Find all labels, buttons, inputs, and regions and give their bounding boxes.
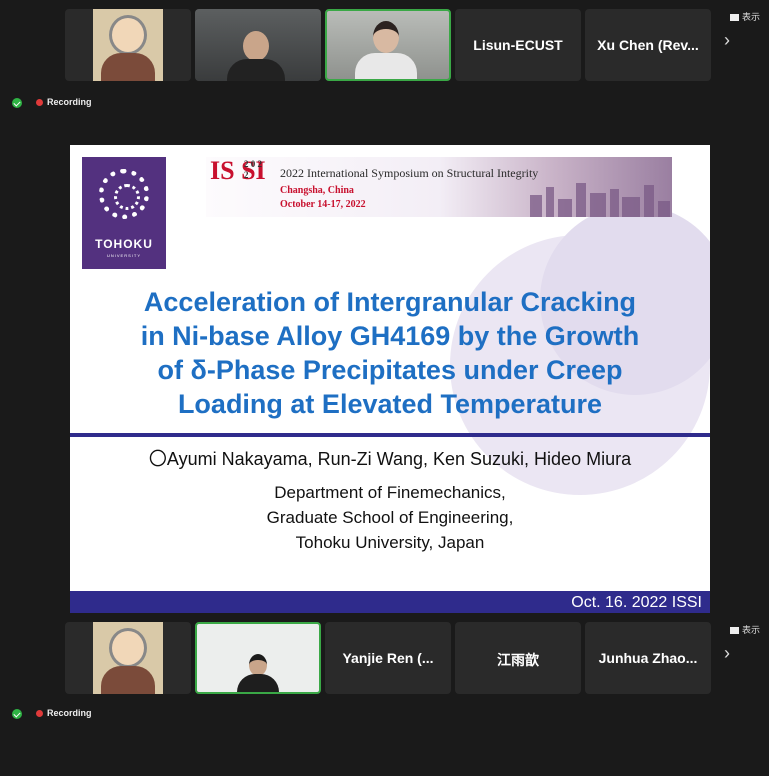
participant-name: 江雨歆 xyxy=(497,652,539,668)
divider xyxy=(70,433,710,437)
participant-tile-jiang[interactable]: 江雨歆 xyxy=(455,622,581,694)
recording-indicator[interactable]: Recording xyxy=(12,708,92,724)
conference-banner: IS SI 2 0 2 2 2022 International Symposi… xyxy=(206,157,672,217)
issi-logo: IS SI 2 0 2 2 xyxy=(210,156,266,185)
city-skyline-image xyxy=(522,179,672,217)
shield-icon xyxy=(12,708,22,719)
video-feed xyxy=(327,11,449,79)
participant-name: Junhua Zhao... xyxy=(598,650,698,666)
view-icon xyxy=(730,627,739,635)
participant-tile-cartoon[interactable] xyxy=(65,622,191,694)
slide-authors: 〇Ayumi Nakayama, Run-Zi Wang, Ken Suzuki… xyxy=(148,449,632,469)
conference-title: 2022 International Symposium on Structur… xyxy=(280,166,539,180)
record-dot-icon xyxy=(36,99,43,107)
participant-tile-camera-1[interactable] xyxy=(195,9,321,81)
shield-icon xyxy=(12,97,22,108)
cartoon-avatar xyxy=(93,622,163,694)
video-feed xyxy=(197,624,319,692)
participant-tile-active-speaker[interactable] xyxy=(195,622,321,694)
cartoon-avatar xyxy=(93,9,163,81)
recording-indicator[interactable]: Recording xyxy=(12,97,92,113)
view-button[interactable]: 表示 xyxy=(730,10,760,23)
participant-tile-active-speaker[interactable] xyxy=(325,9,451,81)
chevron-right-icon[interactable]: › xyxy=(724,30,730,51)
participant-name: Yanjie Ren (... xyxy=(342,650,434,666)
participant-tile-lisun[interactable]: Lisun-ECUST xyxy=(455,9,581,81)
slide-title: Acceleration of Intergranular Cracking i… xyxy=(140,287,640,419)
participant-tile-xuchen[interactable]: Xu Chen (Rev... xyxy=(585,9,711,81)
video-feed xyxy=(195,9,321,81)
record-dot-icon xyxy=(36,710,43,718)
participant-tile-yanjie[interactable]: Yanjie Ren (... xyxy=(325,622,451,694)
tohoku-logo: TOHOKU UNIVERSITY xyxy=(82,157,166,269)
slide-footer: Oct. 16. 2022 ISSI xyxy=(70,591,710,615)
conference-city: Changsha, China xyxy=(280,185,354,196)
participant-tile-junhua[interactable]: Junhua Zhao... xyxy=(585,622,711,694)
slide-affiliation: Department of Finemechanics, Graduate Sc… xyxy=(266,483,514,552)
view-icon xyxy=(730,14,739,22)
shared-screen-slide: TOHOKU UNIVERSITY IS SI 2 0 2 2 2022 Int… xyxy=(70,145,710,615)
view-button[interactable]: 表示 xyxy=(730,623,760,636)
participant-name: Lisun-ECUST xyxy=(473,37,563,53)
emblem-icon xyxy=(99,169,149,219)
participant-tile-cartoon[interactable] xyxy=(65,9,191,81)
participant-name: Xu Chen (Rev... xyxy=(597,37,699,53)
conference-dates: October 14-17, 2022 xyxy=(280,199,366,210)
participant-strip-top: Lisun-ECUST Xu Chen (Rev... › 表示 xyxy=(0,0,769,85)
chevron-right-icon[interactable]: › xyxy=(724,643,730,664)
participant-strip-bottom: Yanjie Ren (... 江雨歆 Junhua Zhao... › 表示 xyxy=(0,613,769,698)
